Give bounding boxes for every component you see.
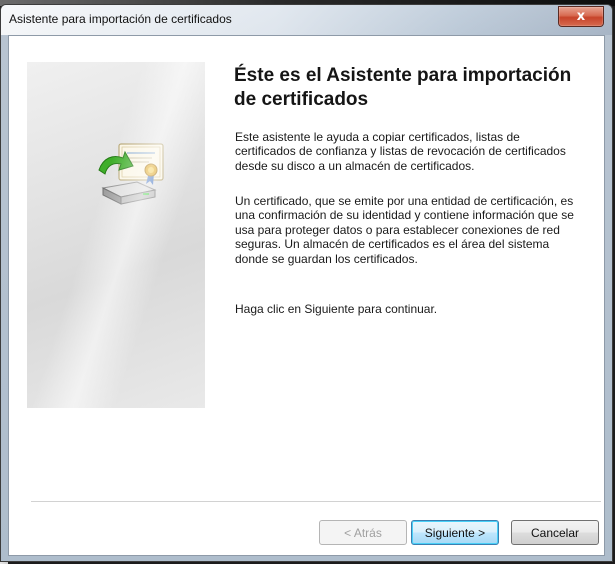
next-button[interactable]: Siguiente > (411, 520, 499, 545)
close-button[interactable]: x (558, 6, 604, 27)
wizard-continue-instruction: Haga clic en Siguiente para continuar. (235, 302, 438, 316)
wizard-side-banner (27, 62, 205, 408)
window-title: Asistente para importación de certificad… (9, 12, 232, 26)
wizard-certificate-explanation: Un certificado, que se emite por una ent… (235, 194, 574, 266)
wizard-description-paragraph: Este asistente le ayuda a copiar certifi… (235, 130, 566, 173)
certificate-import-icon (98, 143, 164, 205)
wizard-client-area: Éste es el Asistente para importación de… (8, 35, 605, 556)
button-separator (31, 501, 601, 503)
close-icon: x (576, 9, 586, 24)
cancel-button[interactable]: Cancelar (511, 520, 599, 545)
title-bar[interactable]: Asistente para importación de certificad… (1, 5, 612, 35)
import-wizard-dialog: Asistente para importación de certificad… (0, 4, 613, 562)
wizard-heading: Éste es el Asistente para importación de… (234, 65, 572, 110)
back-button[interactable]: < Atrás (319, 520, 407, 545)
